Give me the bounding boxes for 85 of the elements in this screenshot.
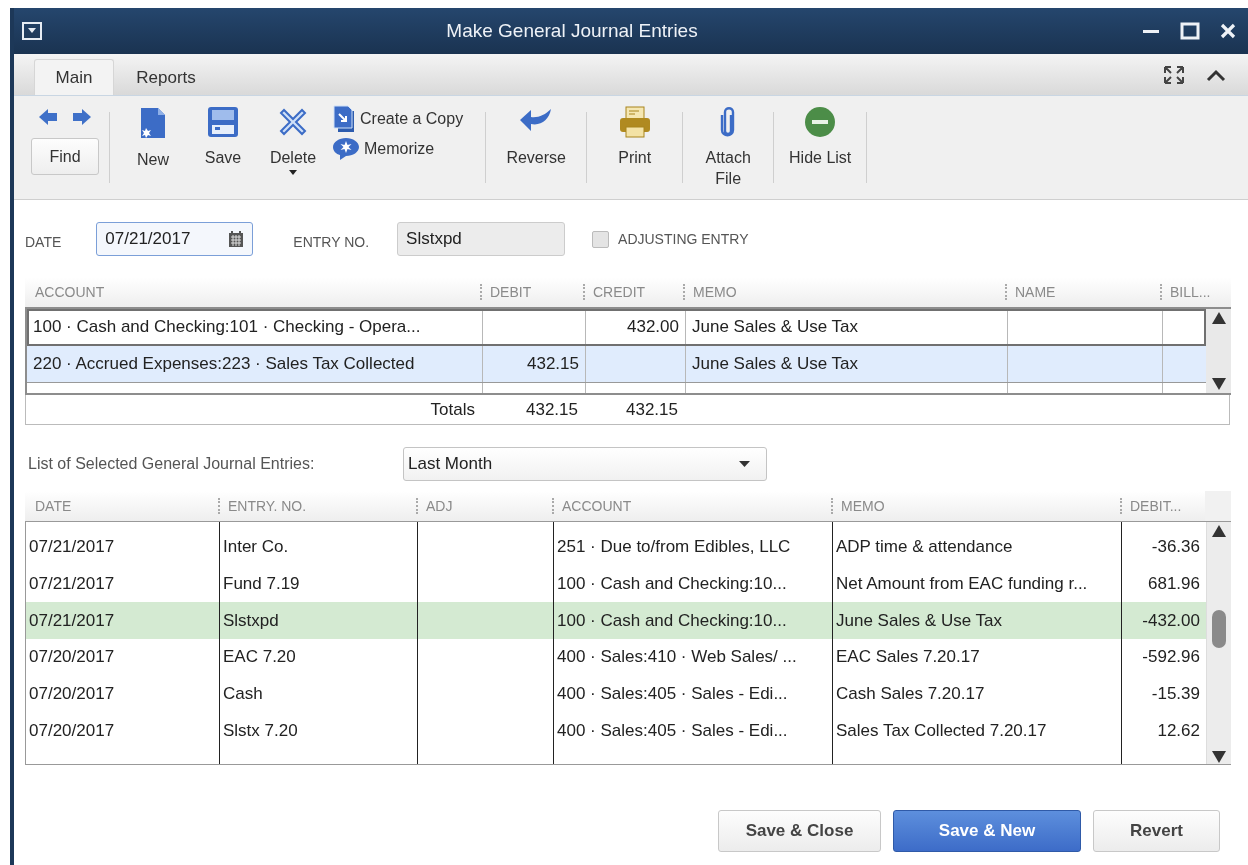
window-title: Make General Journal Entries <box>445 20 699 42</box>
table-cell: June Sales & Use Tax <box>685 346 1007 382</box>
scroll-up-icon[interactable] <box>1212 525 1226 537</box>
table-cell: June Sales & Use Tax <box>685 309 1007 345</box>
table-cell-text: 100 · Cash and Checking:101 · Checking - Opera... <box>32 316 422 338</box>
scroll-down-icon[interactable] <box>1212 751 1226 763</box>
checkbox-label: ADJUSTING ENTRY <box>618 231 749 247</box>
column-header: MEMO <box>683 284 737 300</box>
tab[interactable]: Reports <box>120 59 212 95</box>
delete-x-icon <box>277 106 309 138</box>
table-cell-text: 07/20/2017 <box>28 719 116 742</box>
printer-icon <box>618 106 651 138</box>
scroll-up-icon[interactable] <box>1211 312 1226 324</box>
document-star-icon <box>139 106 167 140</box>
column-header: MEMO <box>831 498 885 514</box>
column-header: ENTRY. NO. <box>218 498 307 514</box>
table-cell-text: 07/20/2017 <box>28 683 116 706</box>
column-header: ADJ <box>416 498 453 514</box>
new-button[interactable]: New <box>118 104 188 199</box>
dialog-button[interactable]: Revert <box>1093 810 1220 852</box>
create-copy-button[interactable]: Create a Copy <box>332 104 464 134</box>
memorize-button[interactable]: Memorize <box>332 134 464 164</box>
table-cell-text: 07/21/2017 <box>28 536 116 559</box>
expand-icon[interactable] <box>1164 66 1184 84</box>
minus-circle-icon <box>804 106 837 138</box>
find-button[interactable]: Find <box>31 138 99 175</box>
window-menu-icon[interactable] <box>22 22 42 40</box>
scroll-down-icon[interactable] <box>1211 378 1226 390</box>
table-cell: ADP time & attendance <box>832 529 1121 566</box>
column-header: ACCOUNT <box>35 284 105 300</box>
forward-arrow-icon[interactable] <box>72 108 92 126</box>
close-icon[interactable] <box>1220 23 1236 39</box>
back-arrow-icon[interactable] <box>38 108 58 126</box>
total-credit: 432.15 <box>625 398 679 421</box>
date-field[interactable]: 07/21/2017 <box>96 222 254 256</box>
speech-bubble-star-icon <box>332 137 360 161</box>
table-cell: Slstx 7.20 <box>219 712 417 750</box>
delete-button[interactable]: Delete <box>258 104 328 199</box>
table-cell-text: 07/21/2017 <box>28 573 116 596</box>
attach-file-button[interactable]: Attach File <box>693 104 764 199</box>
copy-document-icon <box>332 105 356 133</box>
print-button[interactable]: Print <box>597 104 673 199</box>
table-row[interactable]: 100 · Cash and Checking:101 · Checking - Opera... 432.00 June Sales & Use Tax <box>27 309 1206 346</box>
table-cell: 432.15 <box>482 346 585 382</box>
table-cell: EAC Sales 7.20.17 <box>832 639 1121 676</box>
scrollbar[interactable] <box>1206 522 1231 764</box>
hide-list-button[interactable]: Hide List <box>786 104 855 199</box>
column-header: DATE <box>35 498 72 514</box>
period-dropdown[interactable]: Last Month <box>403 447 767 481</box>
calendar-icon[interactable] <box>228 230 245 248</box>
table-cell: EAC 7.20 <box>219 639 417 676</box>
column-header: ACCOUNT <box>552 498 632 514</box>
dropdown-caret-icon[interactable] <box>289 170 297 175</box>
table-cell: Sales Tax Collected 7.20.17 <box>832 712 1121 750</box>
dropdown-caret-icon <box>739 461 750 467</box>
total-debit: 432.15 <box>525 398 579 421</box>
save-button[interactable]: Save <box>188 104 258 199</box>
list-row[interactable]: 07/21/2017 Slstxpd 100 · Cash and Checking:10... June Sales & Use Tax -432.00 <box>26 602 1206 640</box>
maximize-icon[interactable] <box>1180 22 1200 40</box>
column-header: CREDIT <box>583 284 646 300</box>
entry-number-field[interactable]: Slstxpd <box>397 222 566 256</box>
column-header: NAME <box>1005 284 1056 300</box>
table-row[interactable]: 220 · Accrued Expenses:223 · Sales Tax Collected 432.15 June Sales & Use Tax <box>27 346 1206 383</box>
dialog-button[interactable]: Save & New <box>893 810 1081 852</box>
tab[interactable]: Main <box>34 59 114 95</box>
table-cell-text: 07/20/2017 <box>28 646 116 669</box>
entry-number-label: ENTRY NO. <box>293 234 370 250</box>
dialog-button[interactable]: Save & Close <box>718 810 881 852</box>
scroll-thumb[interactable] <box>1212 610 1226 648</box>
reverse-button[interactable]: Reverse <box>496 104 577 199</box>
table-cell: 400 · Sales:405 · Sales - Edi... <box>553 712 832 750</box>
table-cell: 251 · Due to/from Edibles, LLC <box>553 529 832 566</box>
column-header: DEBIT... <box>1120 498 1182 514</box>
table-cell: Inter Co. <box>219 529 417 566</box>
column-header: DEBIT <box>480 284 532 300</box>
table-cell: 432.00 <box>585 309 685 345</box>
table-cell-text: 220 · Accrued Expenses:223 · Sales Tax Collected <box>32 353 416 375</box>
list-label: List of Selected General Journal Entries: <box>27 455 316 473</box>
totals-label: Totals <box>429 398 476 421</box>
date-label: DATE <box>25 234 62 250</box>
collapse-icon[interactable] <box>1206 68 1226 82</box>
checkbox[interactable] <box>592 230 610 248</box>
column-header: BILL... <box>1160 284 1211 300</box>
table-cell-text: 07/21/2017 <box>28 609 116 632</box>
table-cell: 400 · Sales:410 · Web Sales/ ... <box>553 639 832 676</box>
